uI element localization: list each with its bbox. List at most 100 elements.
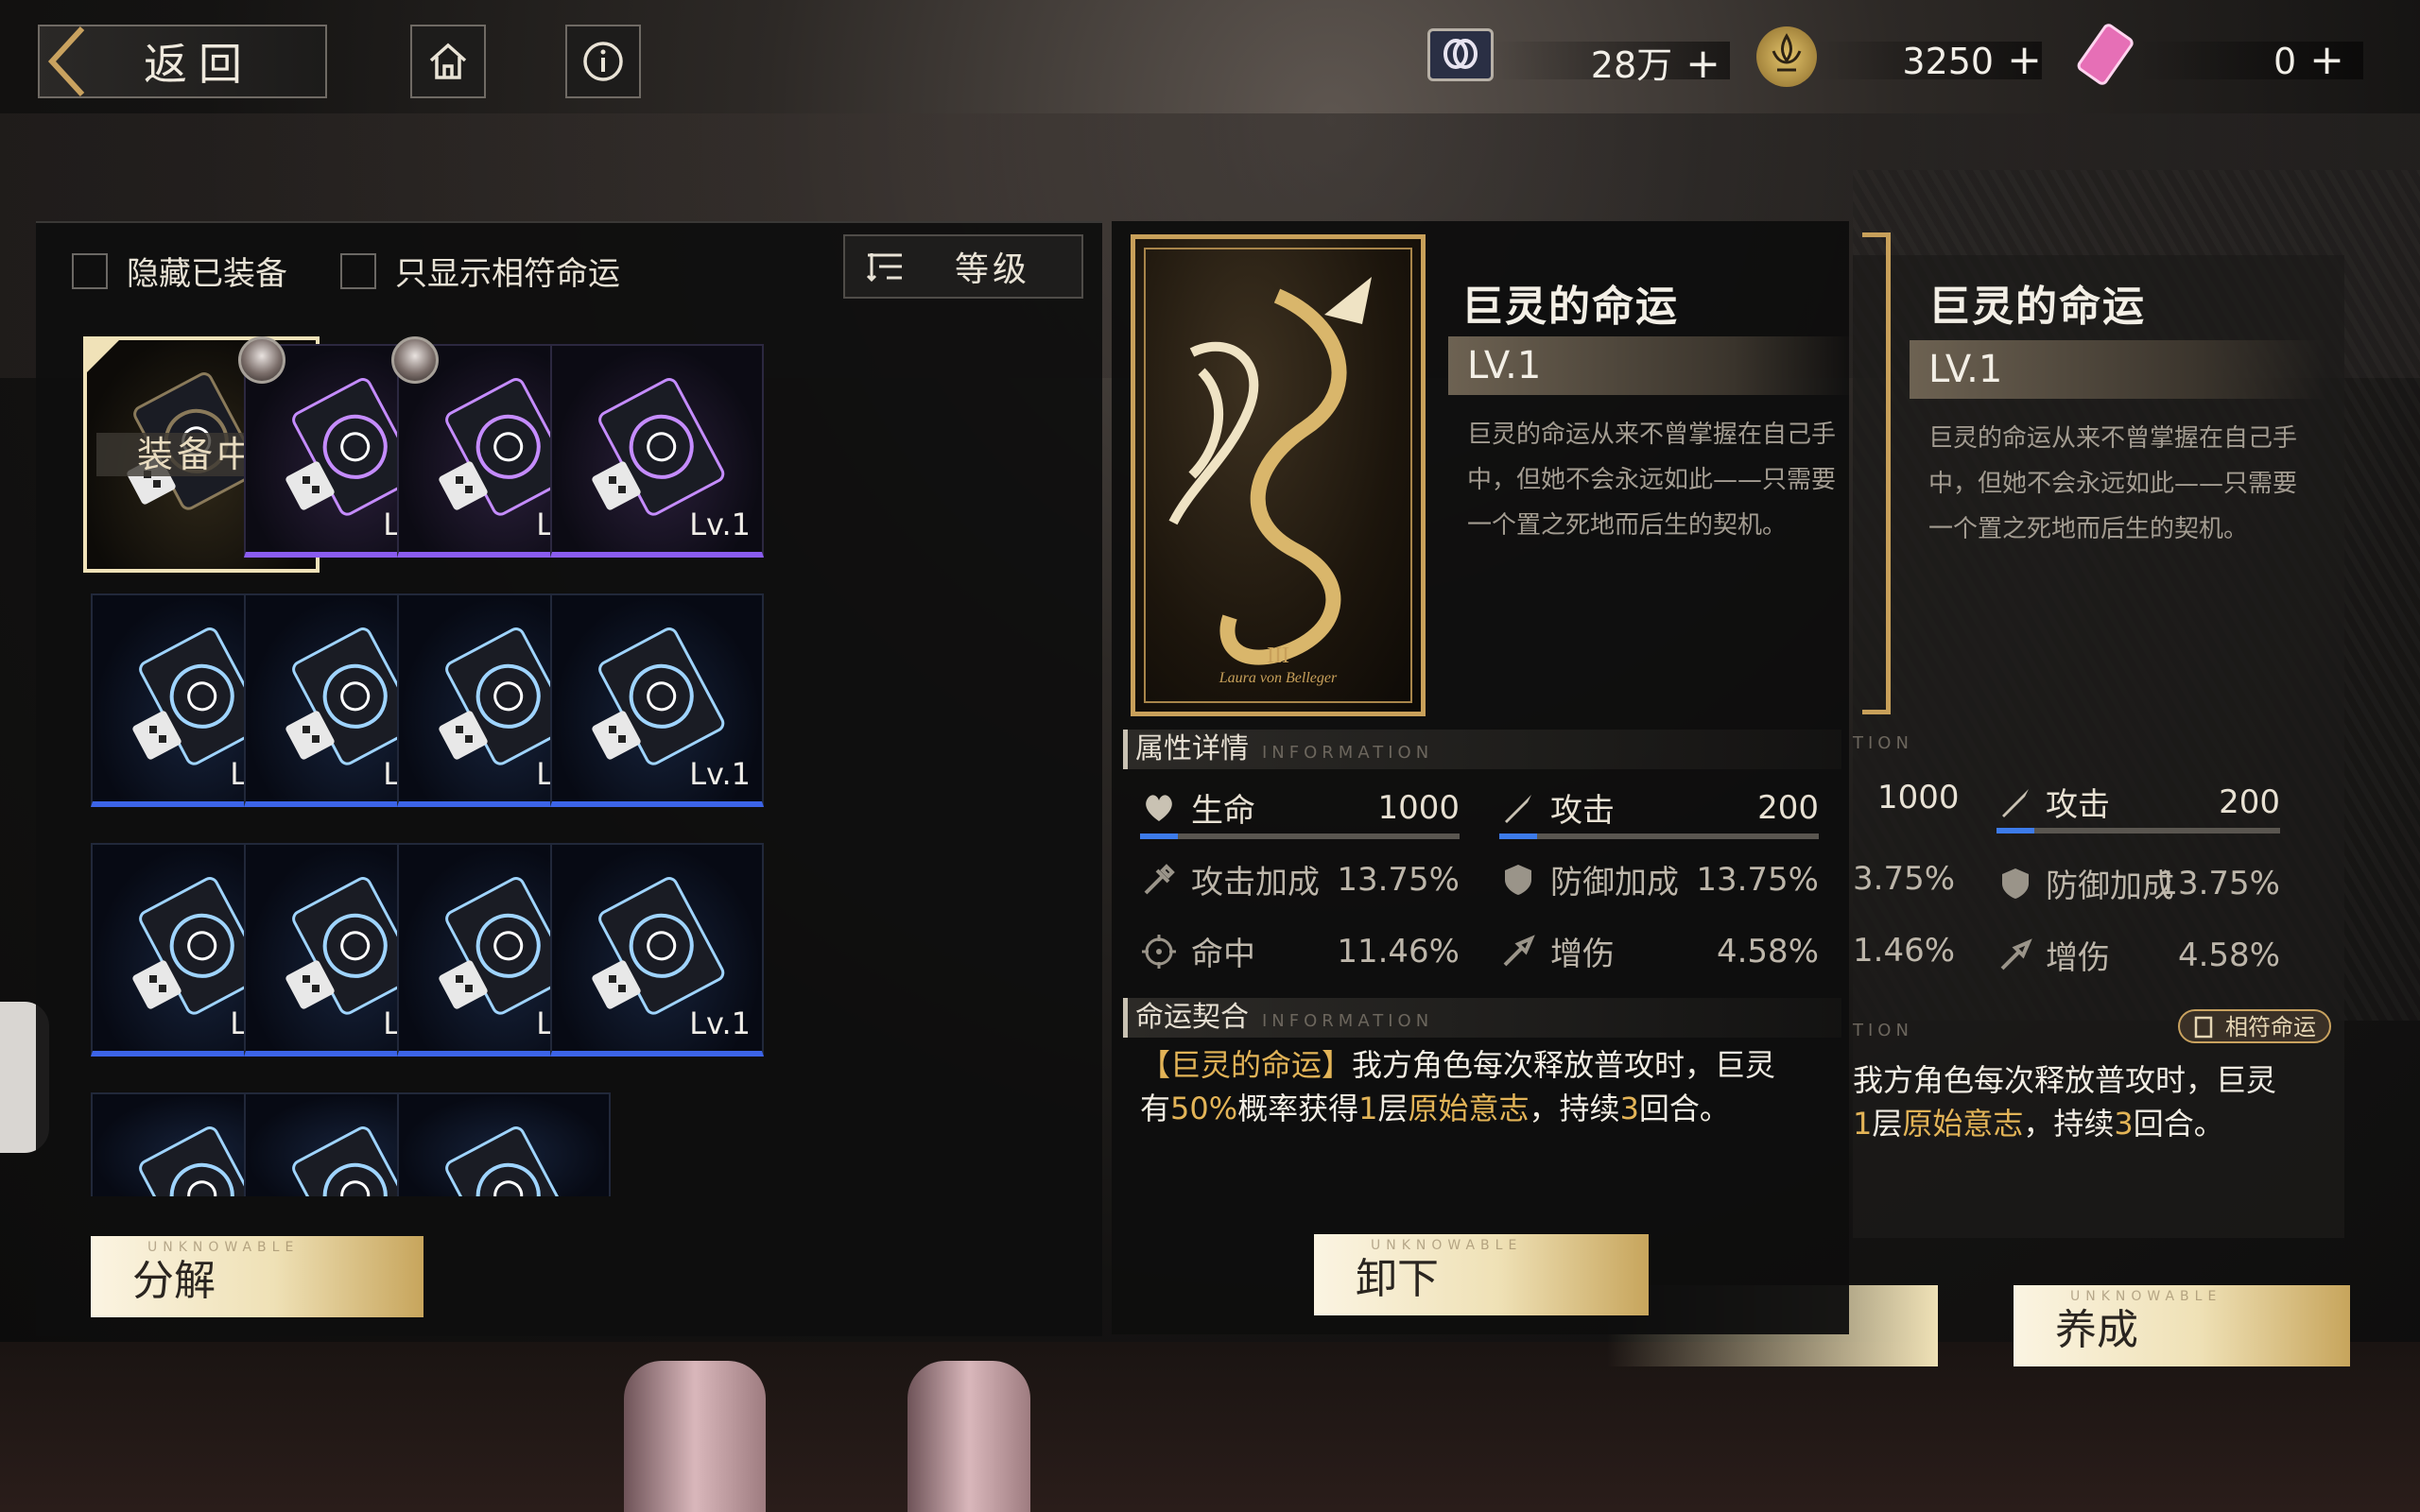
back-button[interactable]: 返回 xyxy=(38,25,327,98)
card-slot[interactable]: Lv.1 xyxy=(550,593,764,807)
compare-card-edge xyxy=(1862,232,1891,714)
show-matching-checkbox[interactable] xyxy=(340,252,376,289)
compare-card-level: LV.1 xyxy=(1910,340,2325,399)
currency-ticket-value: 0 + xyxy=(2273,36,2344,84)
attr-section-header: 属性详情 INFORMATION xyxy=(1123,730,1841,769)
sword-icon xyxy=(2002,788,2029,817)
brand-watermark: UNKNOWABLE xyxy=(2070,1289,2222,1304)
card-slot[interactable]: Lv.1 xyxy=(550,843,764,1057)
stat-row: 攻击 200 xyxy=(1499,784,1819,831)
background-floor xyxy=(0,1342,2420,1512)
credit-plus-button[interactable]: + xyxy=(1685,40,1720,88)
stat-value: 4.58% xyxy=(1716,932,1819,971)
compare-atkbonus-value: 3.75% xyxy=(1853,860,1956,898)
card-numeral: III xyxy=(1267,644,1289,668)
currency-gold-value: 3250 + xyxy=(1902,36,2042,84)
damage-up-icon xyxy=(1503,934,1535,966)
stat-value: 1000 xyxy=(1377,788,1460,827)
fate-card-level: LV.1 xyxy=(1448,336,1855,395)
equipped-character-avatar xyxy=(391,336,439,384)
character-leg-right xyxy=(908,1361,1030,1512)
inventory-panel: 隐藏已装备 只显示相符命运 等级 Lv.1装备中Lv.1Lv.1Lv.1Lv.1… xyxy=(36,221,1102,1336)
home-icon xyxy=(429,43,467,79)
info-button[interactable] xyxy=(565,25,641,98)
compare-effect-text: 我方角色每次释放普攻时，巨灵 1层原始意志，持续3回合。 xyxy=(1853,1062,2277,1142)
pink-ticket-icon xyxy=(2076,23,2142,89)
decompose-label: 分解 xyxy=(132,1257,216,1305)
attack-bonus-icon xyxy=(1144,863,1175,894)
compare-attr-en: TION xyxy=(1853,733,1913,753)
heart-icon xyxy=(1146,794,1172,821)
info-icon xyxy=(583,42,623,81)
decompose-button[interactable]: UNKNOWABLE 分解 xyxy=(91,1236,424,1317)
damage-up-icon xyxy=(2000,937,2032,970)
fate-card-art: III Laura von Belleger xyxy=(1131,234,1426,716)
home-button[interactable] xyxy=(410,25,486,98)
stat-label: 防御加成 xyxy=(1550,864,1679,902)
currency-credit-value: 28万 + xyxy=(1590,40,1720,88)
compare-atk-stat: 攻击 200 xyxy=(1996,779,2280,825)
sort-label: 等级 xyxy=(955,250,1031,289)
stat-value: 11.46% xyxy=(1337,932,1460,971)
show-matching-label: 只显示相符命运 xyxy=(395,255,620,293)
card-level-label: Lv.1 xyxy=(689,1005,751,1041)
fate-section-header: 命运契合 INFORMATION xyxy=(1123,998,1841,1038)
train-label: 养成 xyxy=(2055,1306,2138,1354)
stat-row: 生命 1000 xyxy=(1140,784,1460,831)
stat-row: 防御加成 13.75% xyxy=(1499,856,1819,902)
equipped-character-avatar xyxy=(238,336,285,384)
hide-equipped-label: 隐藏已装备 xyxy=(127,255,287,293)
stat-label: 生命 xyxy=(1191,792,1255,830)
matching-fate-badge: 相符命运 xyxy=(2178,1009,2331,1043)
chevron-left-icon xyxy=(40,25,96,98)
stat-value: 13.75% xyxy=(1337,860,1460,899)
dragon-illustration xyxy=(1144,248,1412,703)
fate-effect-text: 【巨灵的命运】我方角色每次释放普攻时，巨灵 有50%概率获得1层原始意志，持续3… xyxy=(1140,1047,1776,1126)
stat-label: 攻击 xyxy=(1550,792,1615,830)
stat-label: 增伤 xyxy=(1550,936,1615,973)
stat-underline xyxy=(1499,833,1819,839)
compare-card-name: 巨灵的命运 xyxy=(1928,283,2146,331)
stat-label: 命中 xyxy=(1191,936,1255,973)
compare-fate-en: TION xyxy=(1853,1021,1913,1040)
fate-card-icon xyxy=(445,1126,572,1196)
card-caption: Laura von Belleger xyxy=(1219,670,1338,686)
back-label: 返回 xyxy=(144,39,253,90)
brand-watermark: UNKNOWABLE xyxy=(147,1240,300,1255)
stat-row: 增伤 4.58% xyxy=(1499,928,1819,974)
card-slot[interactable]: Lv.1 xyxy=(550,344,764,558)
crosshair-icon xyxy=(1142,934,1176,969)
gold-plus-button[interactable]: + xyxy=(2007,36,2042,84)
compare-hit-value: 1.46% xyxy=(1853,932,1956,970)
compare-atk-underline xyxy=(1996,828,2280,833)
compare-card-description: 巨灵的命运从来不曾掌握在自己手中，但她不会永远如此——只需要一个置之死地而后生的… xyxy=(1928,424,2298,543)
compare-hp-value: 1000 xyxy=(1877,779,1960,816)
shield-icon xyxy=(1505,864,1531,895)
selected-corner-marker xyxy=(87,340,119,372)
sort-list-icon xyxy=(866,253,902,283)
fate-card-description: 巨灵的命运从来不曾掌握在自己手中，但她不会永远如此——只需要一个置之死地而后生的… xyxy=(1467,421,1837,540)
show-matching-toggle[interactable]: 只显示相符命运 xyxy=(340,248,620,294)
card-icon xyxy=(2194,1016,2213,1039)
compare-def-stat: 防御加成 13.75% xyxy=(1996,860,2280,906)
stat-row: 攻击加成 13.75% xyxy=(1140,856,1460,902)
card-slot[interactable] xyxy=(397,1092,611,1196)
card-level-label: Lv.1 xyxy=(689,507,751,542)
sort-button[interactable]: 等级 xyxy=(843,234,1083,299)
fate-card-name: 巨灵的命运 xyxy=(1461,283,1679,331)
character-leg-left xyxy=(624,1361,766,1512)
hide-equipped-toggle[interactable]: 隐藏已装备 xyxy=(72,248,287,294)
stat-label: 攻击加成 xyxy=(1191,864,1320,902)
fleur-de-lis-icon xyxy=(1756,26,1817,87)
hide-equipped-checkbox[interactable] xyxy=(72,252,108,289)
ticket-plus-button[interactable]: + xyxy=(2309,36,2344,84)
sword-icon xyxy=(1505,794,1531,823)
unequip-button[interactable]: UNKNOWABLE 卸下 xyxy=(1314,1234,1649,1315)
stat-underline xyxy=(1140,833,1460,839)
ticket-coin-icon xyxy=(1427,28,1494,81)
train-button[interactable]: UNKNOWABLE 养成 xyxy=(2014,1285,2350,1366)
detail-panel: III Laura von Belleger 巨灵的命运 LV.1 巨灵的命运从… xyxy=(1112,221,1855,1334)
stat-value: 13.75% xyxy=(1696,860,1819,899)
stat-row: 命中 11.46% xyxy=(1140,928,1460,974)
compare-panel: 巨灵的命运 LV.1 巨灵的命运从来不曾掌握在自己手中，但她不会永远如此——只需… xyxy=(1853,232,2344,1238)
